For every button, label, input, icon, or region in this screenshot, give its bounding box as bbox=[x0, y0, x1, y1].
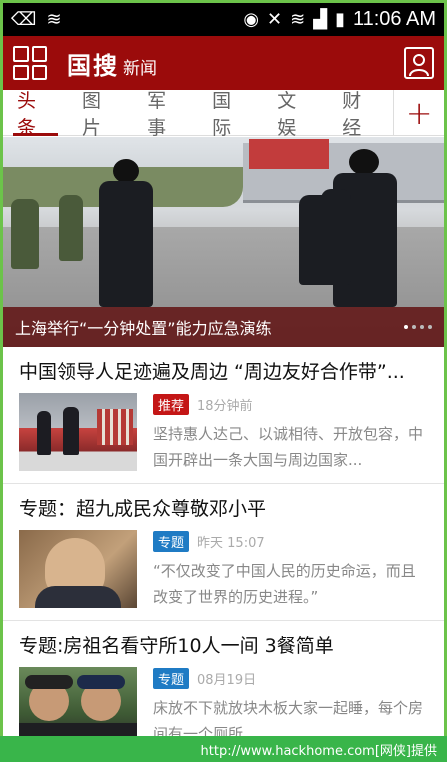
tab-finance[interactable]: 财经 bbox=[328, 90, 393, 139]
site-watermark: http://www.hackhome.com[网侠]提供 bbox=[0, 736, 447, 762]
news-time: 08月19日 bbox=[197, 672, 257, 688]
keyboard-icon: ⌫ bbox=[11, 8, 37, 30]
hero-banner[interactable]: 上海举行“一分钟处置”能力应急演练 bbox=[3, 137, 444, 347]
user-profile-button[interactable] bbox=[404, 47, 434, 79]
news-summary: 坚持惠人达己、以诚相待、开放包容，中国开辟出一条大国与周边国家... bbox=[153, 425, 424, 469]
news-item[interactable]: 专题：超九成民众尊敬邓小平 专题 昨天 15:07 “不仅改变了中国人民的历史命… bbox=[3, 484, 444, 621]
carousel-dots bbox=[404, 325, 432, 329]
tab-international[interactable]: 国际 bbox=[198, 90, 263, 139]
status-bar: ⌫ ≋ ◉ ✕ ≋ ▟ ▮ 11:06 AM bbox=[3, 3, 444, 36]
police-helmet bbox=[349, 149, 379, 175]
news-title: 专题:房祖名看守所10人一间 3餐简单 bbox=[19, 635, 334, 657]
logo-main: 国搜 bbox=[67, 50, 119, 80]
hero-caption-bar: 上海举行“一分钟处置”能力应急演练 bbox=[3, 307, 444, 347]
soldier-figure bbox=[11, 199, 39, 269]
police-helmet bbox=[113, 159, 139, 183]
logo-sub: 新闻 bbox=[123, 58, 157, 79]
news-thumbnail bbox=[19, 393, 137, 471]
topic-badge: 专题 bbox=[153, 667, 190, 689]
hero-billboard bbox=[249, 139, 329, 169]
tab-military[interactable]: 军事 bbox=[133, 90, 198, 139]
news-title: 中国领导人足迹遍及周边 “周边友好合作带”... bbox=[19, 361, 405, 383]
battery-icon: ▮ bbox=[335, 8, 345, 30]
news-list: 中国领导人足迹遍及周边 “周边友好合作带”... 推荐 18分钟前 坚持惠人达己… bbox=[3, 347, 444, 758]
user-icon bbox=[409, 54, 429, 77]
category-tabs: 头条 图片 军事 国际 文娱 财经 + bbox=[3, 89, 444, 139]
wifi-signal-icon: ≋ bbox=[290, 8, 306, 30]
news-thumbnail bbox=[19, 530, 137, 608]
news-time: 昨天 15:07 bbox=[197, 535, 265, 551]
hero-caption: 上海举行“一分钟处置”能力应急演练 bbox=[15, 319, 272, 338]
app-logo: 国搜 新闻 bbox=[67, 46, 157, 81]
news-thumbnail bbox=[19, 667, 137, 745]
soldier-figure bbox=[59, 195, 83, 261]
police-figure bbox=[99, 181, 153, 307]
tab-entertainment[interactable]: 文娱 bbox=[263, 90, 328, 139]
status-time: 11:06 AM bbox=[352, 8, 436, 30]
news-time: 18分钟前 bbox=[197, 398, 253, 414]
recommend-badge: 推荐 bbox=[153, 393, 190, 415]
eye-icon: ◉ bbox=[243, 8, 260, 30]
tab-pictures[interactable]: 图片 bbox=[68, 90, 133, 139]
police-figure bbox=[321, 189, 351, 285]
menu-grid-icon[interactable] bbox=[13, 46, 47, 80]
news-title: 专题：超九成民众尊敬邓小平 bbox=[19, 498, 267, 520]
app-header: 国搜 新闻 bbox=[3, 36, 444, 90]
tab-headlines[interactable]: 头条 bbox=[3, 90, 68, 139]
cell-signal-icon: ▟ bbox=[313, 8, 328, 30]
add-tab-button[interactable]: + bbox=[393, 89, 444, 136]
news-summary: “不仅改变了中国人民的历史命运，而且改变了世界的历史进程。” bbox=[153, 562, 416, 606]
wifi-icon: ≋ bbox=[46, 8, 62, 30]
news-item[interactable]: 中国领导人足迹遍及周边 “周边友好合作带”... 推荐 18分钟前 坚持惠人达己… bbox=[3, 347, 444, 484]
mute-icon: ✕ bbox=[267, 8, 283, 30]
topic-badge: 专题 bbox=[153, 530, 190, 552]
